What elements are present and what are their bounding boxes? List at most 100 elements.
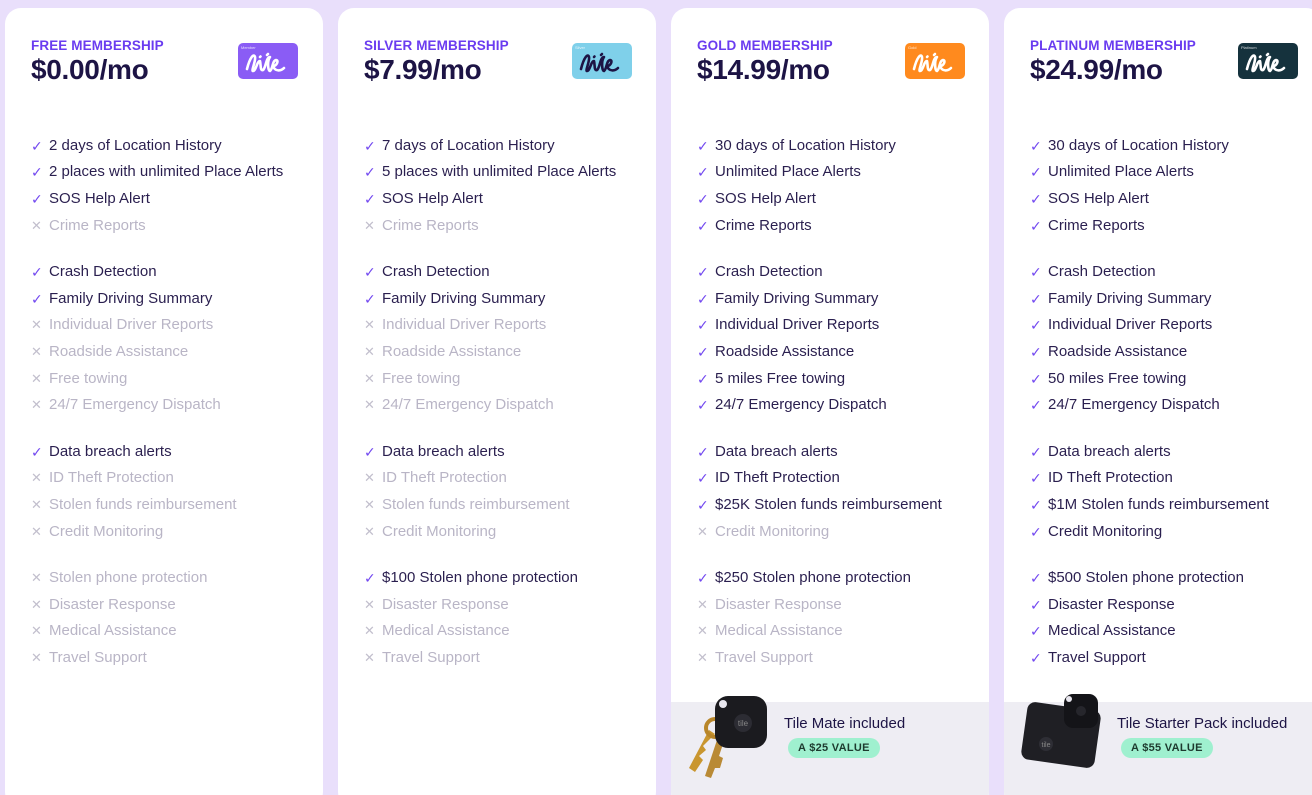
feature-item: ✓ Medical Assistance [1030, 617, 1312, 644]
feature-text: Crash Detection [1048, 263, 1156, 281]
cross-icon: ✕ [364, 370, 375, 386]
tile-mate-keys-image: tile [689, 696, 767, 778]
feature-item: ✓ Family Driving Summary [697, 284, 987, 311]
check-icon: ✓ [697, 443, 709, 460]
feature-text: SOS Help Alert [49, 189, 150, 207]
feature-text: Stolen phone protection [49, 569, 208, 587]
feature-item: ✓ Family Driving Summary [31, 284, 321, 311]
cross-icon: ✕ [364, 343, 375, 359]
feature-text: Crash Detection [715, 263, 823, 281]
feature-text: Credit Monitoring [49, 522, 164, 540]
plan-card-gold[interactable]: GOLD MEMBERSHIP $14.99/mo Gold ✓ 30 days … [671, 8, 989, 795]
cross-icon: ✕ [364, 470, 375, 486]
check-icon: ✓ [697, 570, 709, 587]
feature-text: Family Driving Summary [1048, 289, 1212, 307]
feature-text: Travel Support [715, 648, 813, 666]
feature-text: Family Driving Summary [49, 289, 213, 307]
life360-card-icon: Platinum [1238, 43, 1298, 79]
check-icon: ✓ [697, 290, 709, 307]
check-icon: ✓ [697, 164, 709, 181]
life-script-logo [1245, 52, 1286, 73]
check-icon: ✓ [1030, 570, 1042, 587]
check-icon: ✓ [697, 397, 709, 414]
feature-item: ✓ Individual Driver Reports [1030, 311, 1312, 338]
feature-item: ✕ Credit Monitoring [697, 517, 987, 544]
feature-list: ✓ 30 days of Location History ✓ Unlimited P… [697, 131, 987, 690]
cross-icon: ✕ [31, 596, 42, 612]
feature-text: Medical Assistance [49, 622, 177, 640]
feature-item: ✓ SOS Help Alert [364, 184, 654, 211]
check-icon: ✓ [364, 290, 376, 307]
check-icon: ✓ [364, 164, 376, 181]
feature-text: Disaster Response [49, 595, 176, 613]
feature-text: 2 days of Location History [49, 136, 222, 154]
feature-item: ✓ Crime Reports [697, 211, 987, 238]
tile-offer-text: Tile Starter Pack included A $55 VALUE [1117, 715, 1287, 758]
feature-text: 24/7 Emergency Dispatch [1048, 396, 1220, 414]
feature-text: Free towing [382, 369, 461, 387]
feature-item: ✓ 30 days of Location History [1030, 131, 1312, 158]
feature-item: ✓ Crime Reports [1030, 211, 1312, 238]
feature-item: ✓ ID Theft Protection [697, 464, 987, 491]
feature-group: ✓ Crash Detection ✓ Family Driving Summary ✕… [31, 257, 321, 417]
feature-group: ✓ $500 Stolen phone protection ✓ Disaster R… [1030, 563, 1312, 669]
feature-text: Individual Driver Reports [49, 316, 214, 334]
plan-tier: SILVER MEMBERSHIP [364, 38, 509, 53]
feature-text: Individual Driver Reports [715, 316, 880, 334]
check-icon: ✓ [364, 264, 376, 281]
feature-group: ✓ $100 Stolen phone protection ✕ Disaster R… [364, 563, 654, 669]
feature-text: $1M Stolen funds reimbursement [1048, 495, 1269, 513]
feature-list: ✓ 2 days of Location History ✓ 2 places wit… [31, 131, 321, 690]
feature-text: Disaster Response [1048, 595, 1175, 613]
check-icon: ✓ [31, 290, 43, 307]
feature-list: ✓ 7 days of Location History ✓ 5 places wit… [364, 131, 654, 690]
feature-item: ✓ Crash Detection [697, 257, 987, 284]
feature-text: SOS Help Alert [715, 189, 816, 207]
check-icon: ✓ [1030, 370, 1042, 387]
plan-card-platinum[interactable]: PLATINUM MEMBERSHIP $24.99/mo Platinum ✓… [1004, 8, 1312, 795]
feature-text: 30 days of Location History [1048, 136, 1229, 154]
check-icon: ✓ [697, 470, 709, 487]
feature-text: ID Theft Protection [715, 469, 840, 487]
feature-group: ✕ Stolen phone protection ✕ Disaster Respon… [31, 563, 321, 669]
feature-text: Crash Detection [382, 263, 490, 281]
feature-group: ✓ Crash Detection ✓ Family Driving Summary ✓… [1030, 257, 1312, 417]
life-script-logo [912, 52, 953, 73]
check-icon: ✓ [31, 137, 43, 154]
feature-text: Credit Monitoring [715, 522, 830, 540]
feature-item: ✓ 24/7 Emergency Dispatch [697, 390, 987, 417]
plan-card-free[interactable]: FREE MEMBERSHIP $0.00/mo Member ✓ 2 days … [5, 8, 323, 795]
feature-group: ✓ 30 days of Location History ✓ Unlimited P… [697, 131, 987, 237]
feature-text: 5 miles Free towing [715, 369, 846, 387]
feature-text: Data breach alerts [715, 442, 838, 460]
feature-item: ✓ Roadside Assistance [697, 337, 987, 364]
cross-icon: ✕ [31, 397, 42, 413]
feature-text: Individual Driver Reports [1048, 316, 1213, 334]
cross-icon: ✕ [31, 370, 42, 386]
check-icon: ✓ [697, 137, 709, 154]
feature-text: Free towing [49, 369, 128, 387]
check-icon: ✓ [1030, 190, 1042, 207]
feature-text: Crime Reports [715, 216, 812, 234]
check-icon: ✓ [697, 343, 709, 360]
feature-item: ✕ Disaster Response [31, 590, 321, 617]
feature-text: Disaster Response [715, 595, 842, 613]
feature-text: Stolen funds reimbursement [49, 495, 237, 513]
feature-text: $25K Stolen funds reimbursement [715, 495, 942, 513]
check-icon: ✓ [697, 190, 709, 207]
plan-card-silver[interactable]: SILVER MEMBERSHIP $7.99/mo Silver ✓ 7 day… [338, 8, 656, 795]
cross-icon: ✕ [31, 496, 42, 512]
cross-icon: ✕ [364, 596, 375, 612]
check-icon: ✓ [1030, 290, 1042, 307]
feature-text: 30 days of Location History [715, 136, 896, 154]
feature-item: ✕ Credit Monitoring [364, 517, 654, 544]
check-icon: ✓ [1030, 443, 1042, 460]
cross-icon: ✕ [364, 523, 375, 539]
check-icon: ✓ [1030, 164, 1042, 181]
feature-item: ✓ Family Driving Summary [1030, 284, 1312, 311]
feature-item: ✓ SOS Help Alert [1030, 184, 1312, 211]
feature-item: ✓ Unlimited Place Alerts [1030, 158, 1312, 185]
check-icon: ✓ [1030, 623, 1042, 640]
check-icon: ✓ [31, 443, 43, 460]
check-icon: ✓ [697, 264, 709, 281]
